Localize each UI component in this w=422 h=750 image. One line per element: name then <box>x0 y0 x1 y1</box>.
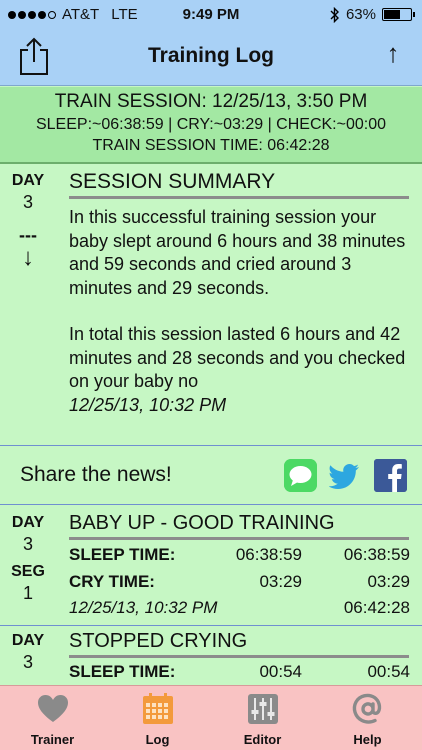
summary-rule <box>69 196 409 199</box>
session-start: TRAIN SESSION: 12/25/13, 3:50 PM <box>54 91 368 112</box>
bluetooth-icon <box>330 6 339 23</box>
summary-paragraph-2-text: In total this session lasted 6 hours and… <box>69 324 406 391</box>
share-label: Share the news! <box>20 463 172 486</box>
summary-day-column: DAY 3 --- ↓ <box>0 172 56 272</box>
day-label: DAY <box>11 172 45 189</box>
cry-time-label: CRY TIME: <box>69 572 155 591</box>
facebook-icon[interactable] <box>374 459 407 492</box>
tab-label: Log <box>145 732 170 747</box>
summary-title: SESSION SUMMARY <box>69 170 276 193</box>
log-entry[interactable]: DAY 3 SEG 1 BABY UP - GOOD TRAINING SLEE… <box>0 505 422 625</box>
tab-log[interactable]: Log <box>105 686 210 750</box>
summary-dash: --- <box>19 225 37 245</box>
entry-rule <box>69 655 409 658</box>
session-header: TRAIN SESSION: 12/25/13, 3:50 PM SLEEP:~… <box>0 87 422 164</box>
entry-day-column: DAY 3 SEG 1 <box>0 514 56 604</box>
battery-fill <box>384 10 401 19</box>
share-row: Share the news! <box>0 446 422 504</box>
day-label: DAY <box>11 514 45 531</box>
entry-elapsed: 06:42:28 <box>343 598 410 617</box>
cry-time-value: 03:29 <box>259 572 302 591</box>
day-value: 3 <box>22 192 33 212</box>
summary-paragraph-1: In this successful training session your… <box>69 207 406 298</box>
tab-trainer[interactable]: Trainer <box>0 686 105 750</box>
summary-paragraph-2: In total this session lasted 6 hours and… <box>69 323 414 417</box>
tab-label: Help <box>353 732 382 747</box>
log-entry[interactable]: DAY 3 STOPPED CRYING SLEEP TIME: 00:54 0… <box>0 626 422 685</box>
entry-rule <box>69 537 409 540</box>
day-value: 3 <box>22 652 33 672</box>
day-label: DAY <box>11 632 45 649</box>
session-summary-block: DAY 3 --- ↓ SESSION SUMMARY In this succ… <box>0 164 422 446</box>
tab-help[interactable]: Help <box>315 686 420 750</box>
seg-label: SEG <box>11 563 45 580</box>
summary-text: In this successful training session your… <box>69 206 414 417</box>
scroll-up-button[interactable]: ↑ <box>378 38 408 69</box>
navigation-bar: Training Log ↑ <box>0 30 422 86</box>
message-icon[interactable] <box>284 459 317 492</box>
arrow-down-icon: ↓ <box>22 244 34 271</box>
sleep-time-total: 00:54 <box>367 662 410 681</box>
sleep-time-label: SLEEP TIME: <box>69 662 176 681</box>
tab-label: Editor <box>243 732 282 747</box>
battery-icon <box>382 8 415 21</box>
summary-timestamp: 12/25/13, 10:32 PM <box>69 394 227 415</box>
log-content[interactable]: DAY 3 --- ↓ SESSION SUMMARY In this succ… <box>0 164 422 685</box>
entry-title: STOPPED CRYING <box>69 630 248 652</box>
entry-day-column: DAY 3 <box>0 632 56 673</box>
page-title: Training Log <box>148 44 274 67</box>
tab-label: Trainer <box>30 732 75 747</box>
seg-value: 1 <box>22 583 33 603</box>
status-bar: AT&T LTE 9:49 PM 63% <box>0 0 422 30</box>
sleep-time-value: 00:54 <box>259 662 302 681</box>
sleep-time-total: 06:38:59 <box>343 545 410 564</box>
entry-timestamp: 12/25/13, 10:32 PM <box>69 598 218 617</box>
tab-bar: Trainer Log Editor Help <box>0 685 422 750</box>
session-stats: SLEEP:~06:38:59 | CRY:~03:29 | CHECK:~00… <box>35 116 387 133</box>
sleep-time-value: 06:38:59 <box>235 545 302 564</box>
twitter-icon[interactable] <box>329 459 362 492</box>
sliders-icon <box>248 694 278 724</box>
calendar-icon <box>143 693 173 724</box>
cry-time-total: 03:29 <box>367 572 410 591</box>
heart-icon <box>38 695 68 722</box>
day-value: 3 <box>22 534 33 554</box>
tab-editor[interactable]: Editor <box>210 686 315 750</box>
sleep-time-label: SLEEP TIME: <box>69 545 176 564</box>
battery-percent: 63% <box>345 6 376 23</box>
status-right: 63% <box>330 6 415 23</box>
entry-title: BABY UP - GOOD TRAINING <box>69 512 335 534</box>
session-duration: TRAIN SESSION TIME: 06:42:28 <box>92 137 330 154</box>
at-sign-icon <box>352 693 382 724</box>
